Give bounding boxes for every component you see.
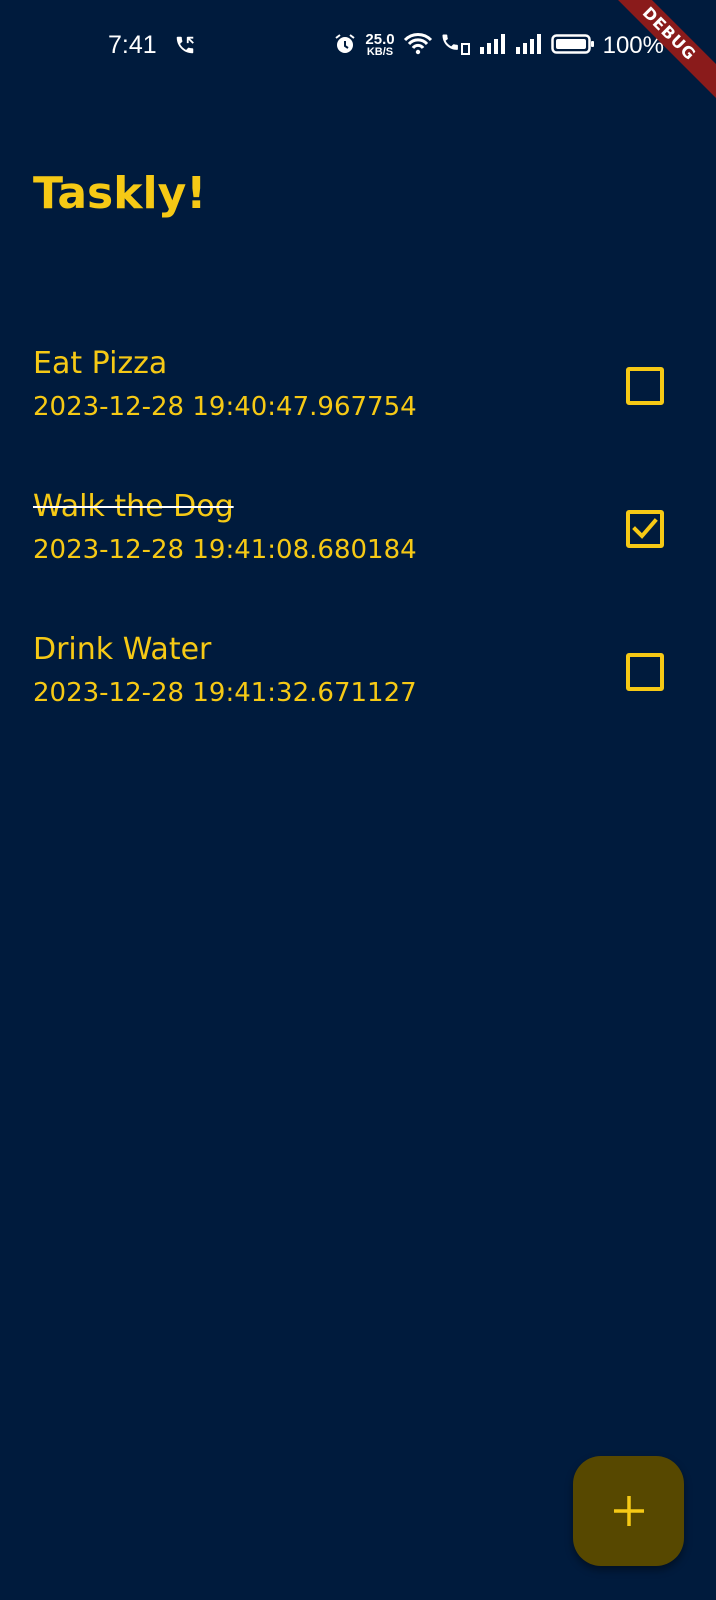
plus-icon (613, 1496, 644, 1526)
signal-icon (479, 33, 507, 59)
task-title: Walk the Dog (33, 489, 234, 524)
call-icon (174, 34, 196, 56)
signal-icon (515, 33, 543, 59)
task-checkbox-unchecked[interactable] (626, 653, 664, 691)
task-date: 2023-12-28 19:41:32.671127 (33, 678, 417, 708)
status-icons: 25.0 KB/S 100% (333, 30, 664, 62)
task-title: Drink Water (33, 632, 212, 667)
list-item[interactable]: Walk the Dog 2023-12-28 19:41:08.680184 (0, 475, 716, 618)
task-date: 2023-12-28 19:41:08.680184 (33, 535, 417, 565)
task-checkbox-unchecked[interactable] (626, 367, 664, 405)
task-checkbox-checked[interactable] (626, 510, 664, 548)
list-item[interactable]: Eat Pizza 2023-12-28 19:40:47.967754 (0, 332, 716, 475)
check-icon (632, 518, 658, 539)
list-item[interactable]: Drink Water 2023-12-28 19:41:32.671127 (0, 618, 716, 761)
alarm-icon (333, 32, 357, 60)
wifi-call-icon (441, 32, 471, 60)
task-date: 2023-12-28 19:40:47.967754 (33, 392, 417, 422)
add-task-button[interactable] (573, 1456, 684, 1566)
status-time: 7:41 (108, 31, 157, 59)
net-speed-unit: KB/S (366, 46, 394, 58)
page-title: Taskly! (33, 168, 207, 219)
task-list: Eat Pizza 2023-12-28 19:40:47.967754 Wal… (0, 332, 716, 761)
net-speed: 25.0 KB/S (365, 31, 395, 58)
task-title: Eat Pizza (33, 346, 168, 381)
status-bar: 7:41 25.0 KB/S 100% (0, 0, 716, 92)
battery-icon (550, 33, 595, 59)
wifi-icon (403, 32, 433, 60)
net-speed-value: 25.0 (365, 31, 395, 48)
